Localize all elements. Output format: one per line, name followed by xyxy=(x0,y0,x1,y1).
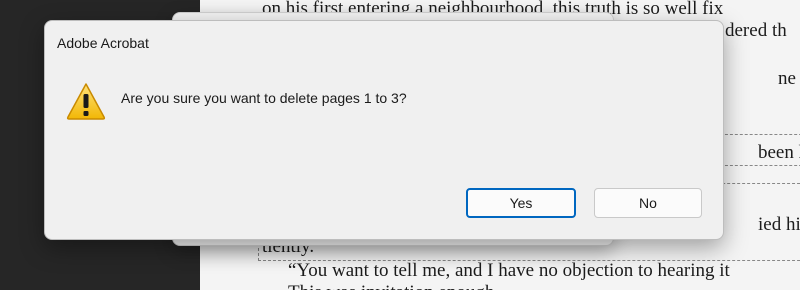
warning-icon xyxy=(65,81,107,121)
yes-button[interactable]: Yes xyxy=(466,188,576,218)
doc-line-2: dered th xyxy=(725,20,787,41)
confirm-delete-dialog: Adobe Acrobat Are you sure you want to d… xyxy=(44,20,724,240)
dialog-title: Adobe Acrobat xyxy=(57,35,149,51)
doc-line-7: “You want to tell me, and I have no obje… xyxy=(288,260,730,281)
doc-line-5: ied his w xyxy=(758,214,800,235)
doc-line-3: ne day, “ xyxy=(778,68,800,89)
doc-line-4: been here xyxy=(758,142,800,163)
no-button-label: No xyxy=(639,195,657,211)
no-button[interactable]: No xyxy=(594,188,702,218)
dialog-message: Are you sure you want to delete pages 1 … xyxy=(121,90,407,106)
yes-button-label: Yes xyxy=(509,195,533,211)
doc-line-8: This was invitation enough. xyxy=(288,282,499,290)
